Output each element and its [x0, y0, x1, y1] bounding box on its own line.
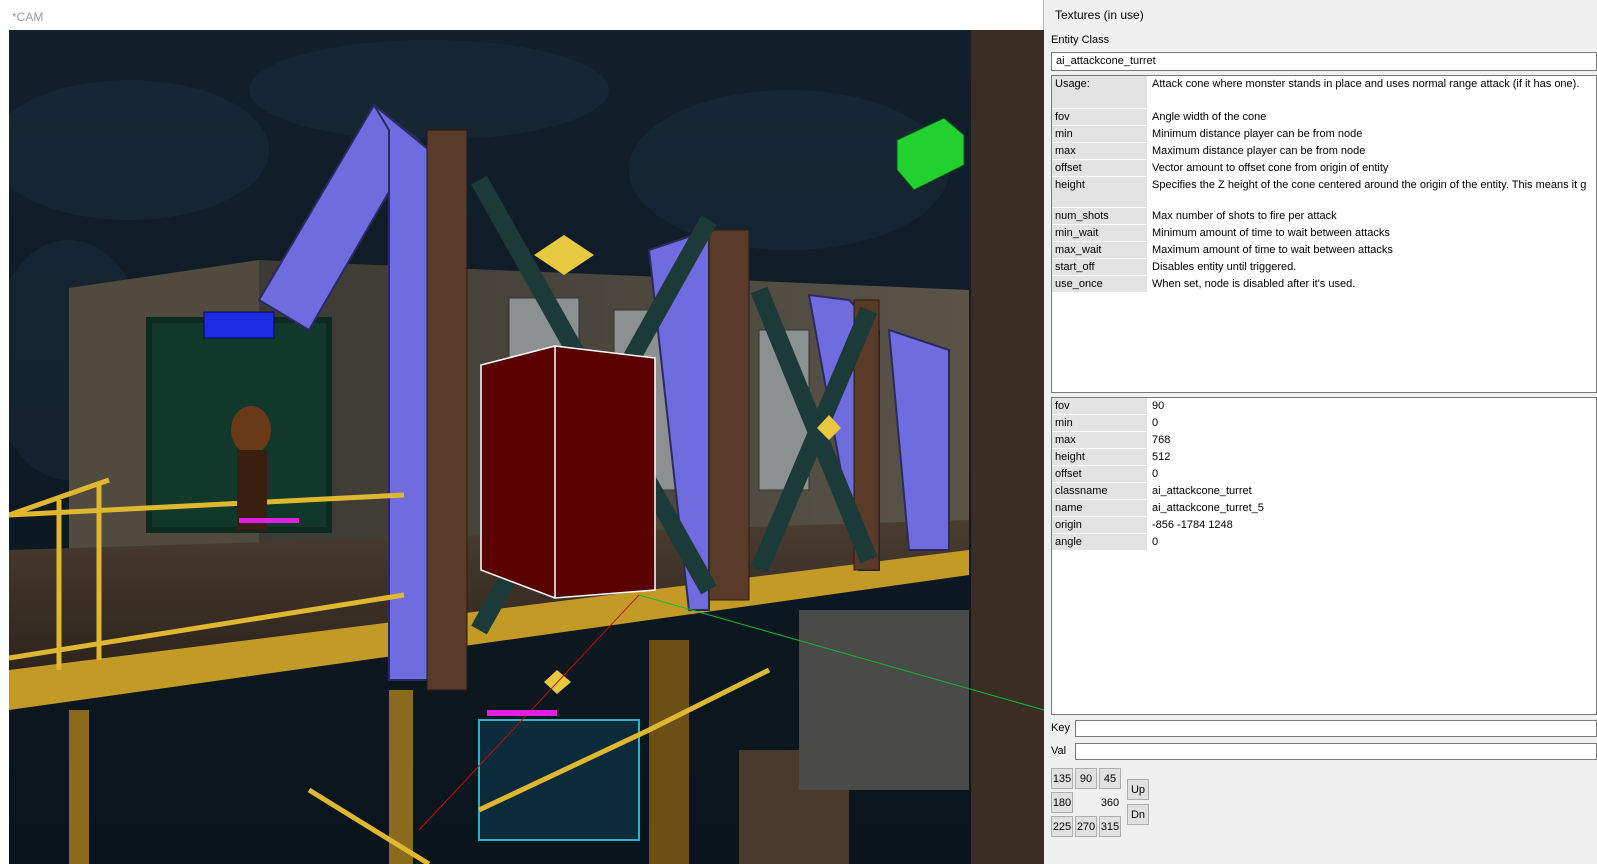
- property-value: 90: [1148, 398, 1596, 414]
- desc-key: min: [1052, 126, 1148, 142]
- angle-270-button[interactable]: 270: [1075, 816, 1097, 837]
- property-key: classname: [1052, 483, 1148, 499]
- property-value: 768: [1148, 432, 1596, 448]
- property-key: name: [1052, 500, 1148, 516]
- desc-key: num_shots: [1052, 208, 1148, 224]
- desc-row: use_once When set, node is disabled after…: [1052, 276, 1596, 293]
- property-value: ai_attackcone_turret: [1148, 483, 1596, 499]
- selected-entity-box[interactable]: [480, 345, 656, 599]
- magenta-marker: [239, 518, 299, 523]
- property-row[interactable]: angle 0: [1052, 534, 1596, 551]
- property-row[interactable]: classname ai_attackcone_turret: [1052, 483, 1596, 500]
- entity-class-label: Entity Class: [1051, 34, 1110, 46]
- desc-row: offset Vector amount to offset cone from …: [1052, 160, 1596, 177]
- property-key: origin: [1052, 517, 1148, 533]
- property-key: angle: [1052, 534, 1148, 550]
- angle-90-button[interactable]: 90: [1075, 768, 1097, 789]
- metal-block: [799, 610, 969, 790]
- desc-row: fov Angle width of the cone: [1052, 109, 1596, 126]
- desc-value: Attack cone where monster stands in plac…: [1148, 76, 1596, 108]
- property-row[interactable]: min 0: [1052, 415, 1596, 432]
- desc-key: min_wait: [1052, 225, 1148, 241]
- desc-key: max: [1052, 143, 1148, 159]
- angle-315-button[interactable]: 315: [1099, 816, 1121, 837]
- property-row[interactable]: origin -856 -1784 1248: [1052, 517, 1596, 534]
- entity-properties-list[interactable]: fov 90 min 0 max 768 height 512 offset 0 clas…: [1051, 397, 1597, 715]
- property-row[interactable]: max 768: [1052, 432, 1596, 449]
- textures-title: Textures (in use): [1055, 8, 1144, 22]
- desc-row: Usage: Attack cone where monster stands …: [1052, 76, 1596, 109]
- desc-value: Angle width of the cone: [1148, 109, 1596, 125]
- desc-value: Max number of shots to fire per attack: [1148, 208, 1596, 224]
- desc-value: Maximum amount of time to wait between a…: [1148, 242, 1596, 258]
- desc-row: max_wait Maximum amount of time to wait b…: [1052, 242, 1596, 259]
- angle-225-button[interactable]: 225: [1051, 816, 1073, 837]
- entity-panel: Textures (in use) Entity Class ai_attack…: [1046, 0, 1597, 864]
- property-value: 0: [1148, 466, 1596, 482]
- desc-key: offset: [1052, 160, 1148, 176]
- desc-row: start_off Disables entity until triggered…: [1052, 259, 1596, 276]
- desc-key: max_wait: [1052, 242, 1148, 258]
- angle-360-button[interactable]: 360: [1099, 792, 1121, 813]
- desc-value: Minimum amount of time to wait between a…: [1148, 225, 1596, 241]
- angle-180-button[interactable]: 180: [1051, 792, 1073, 813]
- property-key: height: [1052, 449, 1148, 465]
- property-value: 0: [1148, 534, 1596, 550]
- desc-key: start_off: [1052, 259, 1148, 275]
- cam-title: *CAM: [12, 10, 44, 24]
- cam-window: *CAM: [0, 0, 1044, 864]
- desc-value: Minimum distance player can be from node: [1148, 126, 1596, 142]
- character-model: [231, 406, 271, 530]
- val-label: Val: [1051, 745, 1067, 757]
- desc-key: fov: [1052, 109, 1148, 125]
- property-key: min: [1052, 415, 1148, 431]
- angle-down-button[interactable]: Dn: [1127, 804, 1149, 825]
- key-input[interactable]: [1075, 720, 1597, 737]
- property-value: 512: [1148, 449, 1596, 465]
- property-key: offset: [1052, 466, 1148, 482]
- key-label: Key: [1051, 722, 1070, 734]
- magenta-marker: [487, 710, 557, 716]
- desc-key: height: [1052, 177, 1148, 207]
- property-row[interactable]: fov 90: [1052, 398, 1596, 415]
- editor-root: *CAM Textures (in use) Entity Class ai_a…: [0, 0, 1597, 864]
- desc-key: use_once: [1052, 276, 1148, 292]
- desc-value: When set, node is disabled after it's us…: [1148, 276, 1596, 292]
- desc-row: height Specifies the Z height of the cone…: [1052, 177, 1596, 208]
- desc-value: Maximum distance player can be from node: [1148, 143, 1596, 159]
- property-value: 0: [1148, 415, 1596, 431]
- desc-row: min Minimum distance player can be from n…: [1052, 126, 1596, 143]
- desc-value: Disables entity until triggered.: [1148, 259, 1596, 275]
- property-key: max: [1052, 432, 1148, 448]
- property-key: fov: [1052, 398, 1148, 414]
- property-value: ai_attackcone_turret_5: [1148, 500, 1596, 516]
- right-pillar: [971, 30, 1044, 864]
- desc-value: Vector amount to offset cone from origin…: [1148, 160, 1596, 176]
- val-input[interactable]: [1075, 743, 1597, 760]
- property-row[interactable]: name ai_attackcone_turret_5: [1052, 500, 1596, 517]
- entity-description-list[interactable]: Usage: Attack cone where monster stands …: [1051, 75, 1597, 393]
- property-row[interactable]: offset 0: [1052, 466, 1596, 483]
- desc-value: Specifies the Z height of the cone cente…: [1148, 177, 1596, 207]
- water-pool: [478, 719, 640, 841]
- desc-key: Usage:: [1052, 76, 1148, 108]
- desc-row: min_wait Minimum amount of time to wait b…: [1052, 225, 1596, 242]
- property-value: -856 -1784 1248: [1148, 517, 1596, 533]
- angle-135-button[interactable]: 135: [1051, 768, 1073, 789]
- entity-class-field[interactable]: ai_attackcone_turret: [1051, 52, 1597, 71]
- desc-row: num_shots Max number of shots to fire per…: [1052, 208, 1596, 225]
- property-row[interactable]: height 512: [1052, 449, 1596, 466]
- desc-row: max Maximum distance player can be from n…: [1052, 143, 1596, 160]
- scene-render[interactable]: [9, 30, 1044, 864]
- angle-up-button[interactable]: Up: [1127, 779, 1149, 800]
- angle-45-button[interactable]: 45: [1099, 768, 1121, 789]
- camera-viewport[interactable]: [9, 30, 1044, 864]
